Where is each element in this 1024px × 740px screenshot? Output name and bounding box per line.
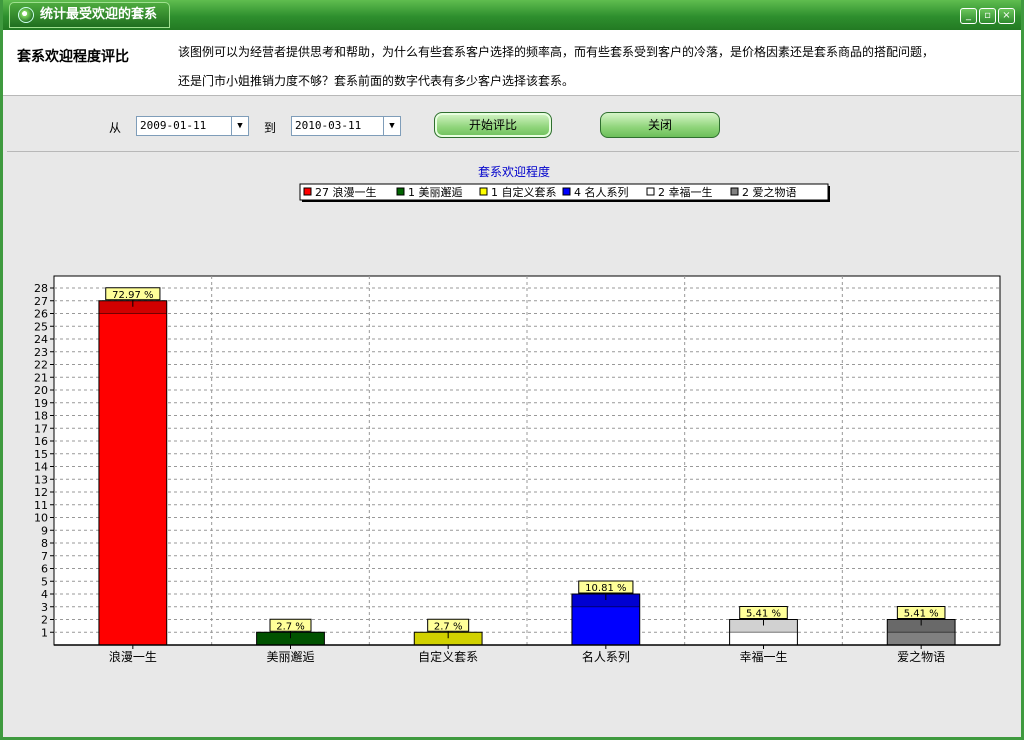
bar-chart: 套系欢迎程度 27 浪漫一生 1 美丽邂逅 1 自定义套系 4 名人系列 2 幸福一生 2… [34,164,1001,664]
window-title: 统计最受欢迎的套系 [40,7,158,22]
y-tick-label: 26 [34,308,48,321]
legend-entry: 1 自定义套系 [491,185,557,199]
legend-entry: 27 浪漫一生 [315,185,377,199]
y-tick-label: 1 [41,626,48,639]
legend-swatch [562,187,571,196]
percent-label: 72.97 % [112,290,153,301]
plot-area: 1234567891011121314151617181920212223242… [34,275,1001,664]
y-tick-label: 16 [34,435,48,448]
percent-label: 5.41 % [746,609,781,620]
chart-panel: 套系欢迎程度 27 浪漫一生 1 美丽邂逅 1 自定义套系 4 名人系列 2 幸福一生 2… [7,151,1019,736]
y-tick-label: 7 [41,550,48,563]
chevron-down-icon[interactable]: ▼ [231,117,248,135]
y-tick-label: 15 [34,448,48,461]
percent-label: 2.7 % [434,621,463,632]
percent-label: 10.81 % [585,583,626,594]
description: 该图例可以为经营者提供思考和帮助，为什么有些套系客户选择的频率高，而有些套系受到… [178,38,998,96]
from-label: 从 [109,121,122,135]
y-tick-label: 24 [34,333,48,346]
y-tick-label: 11 [34,499,48,512]
legend-swatch [646,187,655,196]
y-tick-label: 6 [41,563,48,576]
legend-swatch [730,187,739,196]
y-tick-label: 27 [34,295,48,308]
percent-label: 2.7 % [276,621,305,632]
x-tick-label: 名人系列 [582,649,630,664]
y-tick-label: 23 [34,346,48,359]
y-tick-label: 9 [41,524,48,537]
title-tab: 统计最受欢迎的套系 [9,2,171,28]
y-tick-label: 17 [34,422,48,435]
y-tick-label: 4 [41,588,48,601]
y-tick-label: 28 [34,282,48,295]
y-tick-label: 2 [41,614,48,627]
y-tick-label: 8 [41,537,48,550]
y-tick-label: 5 [41,575,48,588]
y-tick-label: 22 [34,359,48,372]
description-line-2: 还是门市小姐推销力度不够？套系前面的数字代表有多少客户选择该套系。 [178,74,575,88]
y-tick-label: 10 [34,512,48,525]
minimize-button[interactable]: _ [960,8,977,24]
from-date-select[interactable]: 2009-01-11 ▼ [136,116,249,136]
percent-label: 5.41 % [904,609,939,620]
legend-swatch [303,187,312,196]
x-tick-label: 自定义套系 [418,649,478,664]
y-tick-label: 25 [34,320,48,333]
legend-entry: 1 美丽邂逅 [408,185,463,199]
close-window-button[interactable]: × [998,8,1015,24]
legend-entry: 4 名人系列 [574,185,629,199]
to-date-select[interactable]: 2010-03-11 ▼ [291,116,401,136]
y-tick-label: 18 [34,410,48,423]
to-label: 到 [264,121,277,135]
legend-entry: 2 爱之物语 [742,185,797,199]
x-tick-label: 浪漫一生 [109,649,157,664]
y-tick-label: 19 [34,397,48,410]
app-icon [18,7,34,23]
restore-button[interactable]: ▫ [979,8,996,24]
y-tick-label: 21 [34,371,48,384]
legend-swatch [396,187,405,196]
y-tick-label: 3 [41,601,48,614]
close-button[interactable]: 关闭 [600,112,720,138]
from-date-value: 2009-01-11 [140,119,207,132]
chevron-down-icon[interactable]: ▼ [383,117,400,135]
x-tick-label: 爱之物语 [897,650,945,664]
chart-legend: 27 浪漫一生 1 美丽邂逅 1 自定义套系 4 名人系列 2 幸福一生 2 爱之物语 [299,183,830,202]
header-panel: 套系欢迎程度评比 该图例可以为经营者提供思考和帮助，为什么有些套系客户选择的频率… [3,30,1021,96]
y-tick-label: 14 [34,461,48,474]
legend-entry: 2 幸福一生 [658,185,713,199]
x-tick-label: 美丽邂逅 [266,650,314,664]
x-tick-label: 幸福一生 [739,649,787,664]
chart-title: 套系欢迎程度 [478,164,550,179]
y-tick-label: 12 [34,486,48,499]
to-date-value: 2010-03-11 [295,119,362,132]
description-line-1: 该图例可以为经营者提供思考和帮助，为什么有些套系客户选择的频率高，而有些套系受到… [178,45,935,59]
legend-swatch [479,187,488,196]
y-tick-label: 13 [34,473,48,486]
main-window: 统计最受欢迎的套系 _ ▫ × 套系欢迎程度评比 该图例可以为经营者提供思考和帮… [0,0,1024,740]
y-tick-label: 20 [34,384,48,397]
bar [98,300,168,646]
start-compare-button[interactable]: 开始评比 [434,112,552,138]
title-bar[interactable]: 统计最受欢迎的套系 _ ▫ × [3,0,1021,30]
filter-bar: 从 2009-01-11 ▼ 到 2010-03-11 ▼ 开始评比 关闭 [3,97,1021,151]
page-title: 套系欢迎程度评比 [17,49,129,65]
